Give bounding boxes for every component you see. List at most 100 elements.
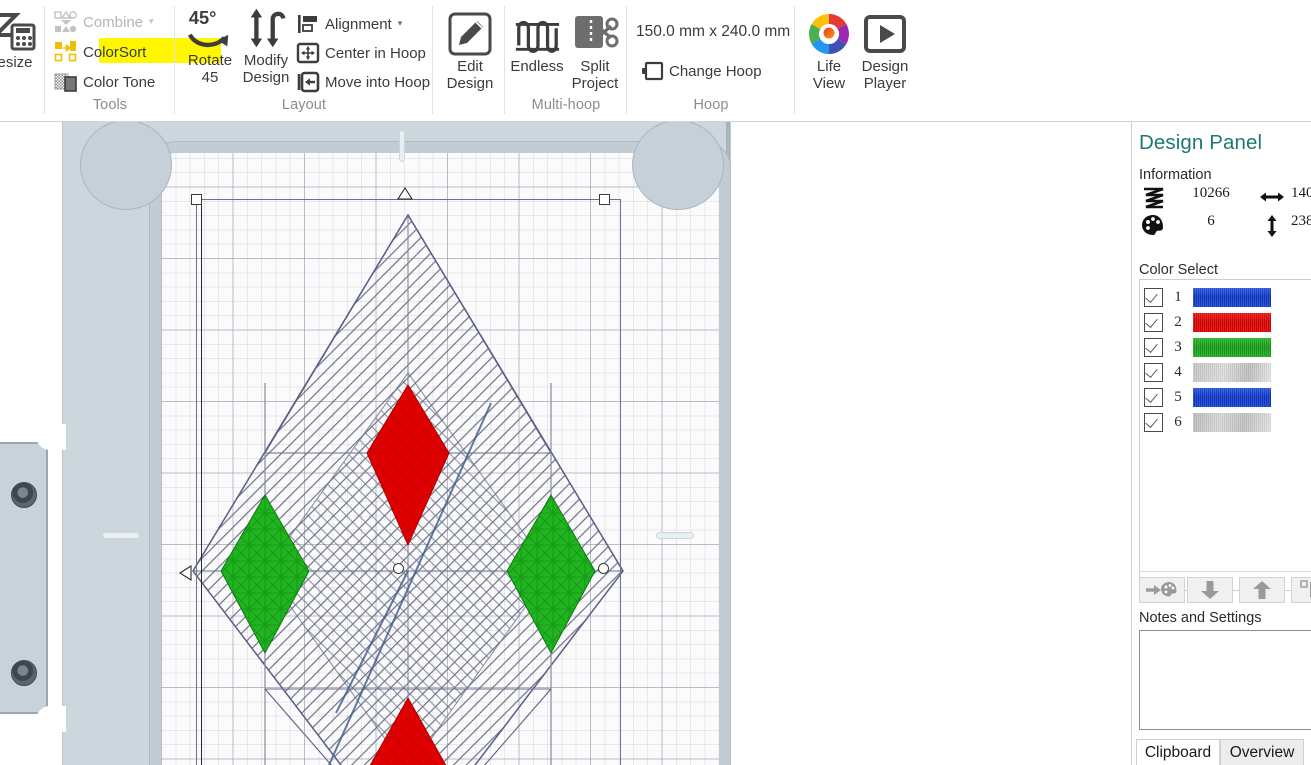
- hoop-size-text: 150.0 mm x 240.0 mm: [636, 23, 791, 40]
- ribbon-group-hoop: 150.0 mm x 240.0 mm Change Hoop Hoop: [628, 0, 794, 121]
- color-checkbox-6[interactable]: [1144, 413, 1163, 432]
- rotate-handle-right[interactable]: [598, 563, 609, 574]
- move-up-button[interactable]: [1239, 577, 1285, 603]
- notes-and-settings-textarea[interactable]: [1139, 630, 1311, 730]
- ribbon-group-view: Life View Design Player: [796, 0, 920, 121]
- tab-overview[interactable]: Overview: [1220, 739, 1304, 765]
- svg-text:45°: 45°: [189, 7, 217, 28]
- rotate-handle-left[interactable]: [179, 565, 192, 581]
- colorsort-button[interactable]: ColorSort: [52, 38, 149, 66]
- bracket-screw-bottom-2: [11, 660, 37, 686]
- modify-design-button[interactable]: Modify Design: [238, 6, 294, 86]
- height-arrow-icon: [1259, 215, 1285, 237]
- color-checkbox-3[interactable]: [1144, 338, 1163, 357]
- notes-and-settings-label: Notes and Settings: [1139, 610, 1262, 626]
- color-row[interactable]: 5: [1140, 385, 1311, 410]
- colortone-label: Color Tone: [83, 73, 156, 91]
- hoop-knob-right[interactable]: [632, 122, 724, 210]
- rotate-45-button[interactable]: 45° Rotate 45: [182, 6, 238, 86]
- design-player-label-1: Design: [861, 58, 909, 75]
- color-row[interactable]: 1: [1140, 285, 1311, 310]
- design-player-play-icon: [861, 12, 909, 56]
- alignment-button[interactable]: Alignment ▾: [294, 10, 405, 38]
- color-checkbox-4[interactable]: [1144, 363, 1163, 382]
- bracket-screw-top-2: [11, 482, 37, 508]
- group-label-layout: Layout: [281, 97, 327, 113]
- resize-handle-top-right[interactable]: [599, 194, 610, 205]
- color-swatch-4[interactable]: [1193, 363, 1271, 382]
- life-view-color-wheel-icon: [805, 12, 853, 56]
- arrow-up-icon: [1253, 581, 1271, 599]
- modify-design-icon: [242, 6, 290, 50]
- group-button[interactable]: [1291, 577, 1311, 603]
- color-checkbox-1[interactable]: [1144, 288, 1163, 307]
- split-project-button[interactable]: Split Project: [566, 12, 624, 92]
- center-handle[interactable]: [393, 563, 404, 574]
- color-index-2: 2: [1174, 314, 1182, 330]
- edit-design-button[interactable]: Edit Design: [442, 12, 498, 92]
- color-checkbox-2[interactable]: [1144, 313, 1163, 332]
- colorsort-icon: [54, 40, 78, 64]
- change-hoop-button[interactable]: Change Hoop: [638, 57, 765, 85]
- embroidery-hoop[interactable]: [150, 142, 730, 765]
- move-into-hoop-button[interactable]: Move into Hoop: [294, 68, 433, 96]
- combine-label: Combine: [83, 13, 144, 31]
- arrow-down-icon: [1201, 581, 1219, 599]
- modify-design-label-2: Design: [242, 69, 290, 86]
- edit-design-label-2: Design: [446, 75, 494, 92]
- rotate-handle-top[interactable]: [397, 187, 413, 200]
- design-panel: Design Panel Information 10266 140: [1131, 122, 1311, 765]
- endless-label-1: Endless: [510, 58, 564, 75]
- center-in-hoop-label: Center in Hoop: [325, 44, 426, 62]
- ribbon-toolbar: esize Combine ▾ ColorSort Color Tone Too…: [0, 0, 1311, 122]
- design-player-button[interactable]: Design Player: [856, 12, 914, 92]
- life-view-button[interactable]: Life View: [800, 12, 858, 92]
- chevron-down-icon[interactable]: ▾: [398, 18, 403, 29]
- design-canvas[interactable]: [0, 122, 1131, 765]
- color-row[interactable]: 3: [1140, 335, 1311, 360]
- group-flag-icon: [1300, 580, 1311, 598]
- group-label-tools: Tools: [92, 97, 128, 113]
- move-down-button[interactable]: [1187, 577, 1233, 603]
- ribbon-group-tools: Combine ▾ ColorSort Color Tone Tools: [46, 0, 221, 121]
- color-row[interactable]: 6: [1140, 410, 1311, 435]
- color-swatch-5[interactable]: [1193, 388, 1271, 407]
- color-swatch-2[interactable]: [1193, 313, 1271, 332]
- design-height-value: 238: [1291, 213, 1311, 229]
- combine-button[interactable]: Combine ▾: [52, 8, 157, 36]
- alignment-icon: [296, 12, 320, 36]
- resize-handle-top-left[interactable]: [191, 194, 202, 205]
- panel-divider: [1139, 571, 1311, 572]
- chevron-down-icon[interactable]: ▾: [149, 16, 154, 27]
- color-swatch-6[interactable]: [1193, 413, 1271, 432]
- move-into-hoop-icon: [296, 70, 320, 94]
- color-index-1: 1: [1174, 289, 1182, 305]
- colortone-button[interactable]: Color Tone: [52, 68, 158, 96]
- hoop-knob-left[interactable]: [80, 122, 172, 210]
- design-player-label-2: Player: [863, 75, 907, 92]
- endless-button[interactable]: Endless: [508, 12, 566, 75]
- life-view-label-1: Life: [816, 58, 842, 75]
- information-label: Information: [1139, 167, 1212, 183]
- color-row[interactable]: 4: [1140, 360, 1311, 385]
- center-in-hoop-button[interactable]: Center in Hoop: [294, 39, 429, 67]
- color-swatch-3[interactable]: [1193, 338, 1271, 357]
- embroidery-software-window: esize Combine ▾ ColorSort Color Tone Too…: [0, 0, 1311, 765]
- group-label-multihoop: Multi-hoop: [531, 97, 601, 113]
- alignment-label: Alignment: [325, 15, 392, 33]
- selection-bounding-box[interactable]: [196, 199, 621, 765]
- resize-button[interactable]: esize: [0, 8, 44, 71]
- edit-design-pencil-icon: [446, 12, 494, 56]
- modify-design-label-1: Modify: [243, 52, 289, 69]
- color-swatch-1[interactable]: [1193, 288, 1271, 307]
- add-color-button[interactable]: [1139, 577, 1185, 603]
- rotate-45-label-1: Rotate: [187, 52, 233, 69]
- move-into-hoop-label: Move into Hoop: [325, 73, 431, 91]
- color-row[interactable]: 2: [1140, 310, 1311, 335]
- resize-label: esize: [0, 54, 33, 71]
- tab-clipboard[interactable]: Clipboard: [1136, 739, 1220, 765]
- color-checkbox-5[interactable]: [1144, 388, 1163, 407]
- color-select-list[interactable]: 1 2 3 4 5 6: [1139, 279, 1311, 591]
- color-index-3: 3: [1174, 339, 1182, 355]
- color-count-value: 6: [1207, 213, 1215, 229]
